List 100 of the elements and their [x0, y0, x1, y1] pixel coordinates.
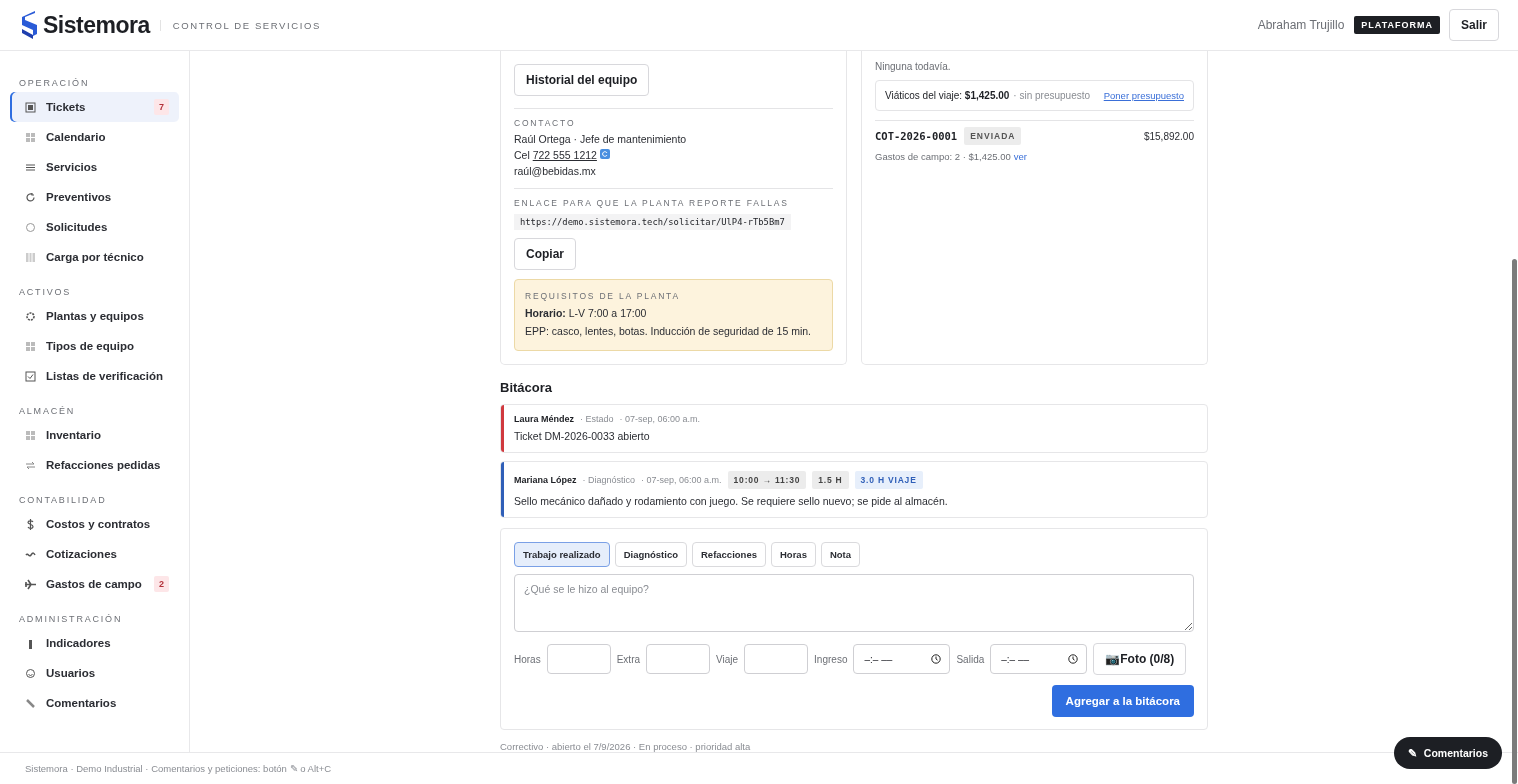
logout-button[interactable]: Salir: [1449, 9, 1499, 41]
field-label: Extra: [616, 653, 641, 665]
gear-icon: [25, 310, 36, 322]
item-label: Servicios: [46, 161, 99, 173]
sidebar-item[interactable]: Indicadores: [10, 628, 179, 658]
plane-icon: [25, 578, 36, 590]
pencil-icon: [25, 697, 36, 709]
item-label: Preventivos: [46, 191, 113, 203]
budget-note: · sin presupuesto: [1013, 90, 1091, 101]
item-label: Usuarios: [46, 667, 97, 679]
entry-type: · Estado: [580, 414, 614, 424]
role-tag: PLATAFORMA: [1354, 16, 1440, 34]
section-heading: Bitácora: [500, 380, 554, 395]
sidebar-item[interactable]: Servicios: [10, 152, 179, 182]
field-label: Salida: [956, 653, 985, 665]
ppe-text: EPP: casco, lentes, botas. Inducción de seguridad de 15 min.: [525, 324, 812, 339]
sidebar-item[interactable]: Comentarios: [10, 688, 179, 718]
copy-button[interactable]: Copiar: [514, 238, 576, 270]
refresh-icon[interactable]: [599, 149, 610, 159]
item-label: Costos y contratos: [46, 518, 152, 530]
columns-icon: [25, 251, 36, 263]
schedule-text: Horario: L-V 7:00 a 17:00: [525, 306, 648, 321]
entry-type-tab[interactable]: Horas: [771, 542, 816, 567]
budget-link[interactable]: Poner presupuesto: [1103, 90, 1184, 101]
grid-icon: [25, 429, 36, 441]
brand-name: Sistemora: [43, 11, 150, 39]
entry-type-tab[interactable]: Nota: [820, 542, 861, 567]
checkbox-icon: [25, 370, 36, 382]
ticket-meta: Correctivo · abierto el 7/9/2026 · En proceso · prioridad alta: [500, 741, 752, 752]
section-title: CONTABILIDAD: [18, 495, 108, 505]
expenses-text: Gastos de campo: 2 · $1,425.00: [875, 151, 1011, 162]
entry-date: · 07-sep, 06:00 a.m.: [619, 414, 701, 424]
sidebar-item[interactable]: Gastos de campo 2: [10, 569, 179, 599]
sidebar-item[interactable]: Carga por técnico: [10, 242, 179, 272]
app-subtitle: CONTROL DE SERVICIOS: [159, 19, 321, 31]
count-badge: 2: [154, 576, 169, 592]
add-entry-button[interactable]: Agregar a la bitácora: [1051, 685, 1194, 717]
section-caption: CONTACTO: [514, 118, 577, 128]
clock-icon: [931, 654, 942, 664]
field-label: Horas: [514, 653, 541, 665]
number-field[interactable]: [546, 644, 611, 674]
status-tag: ENVIADA: [964, 127, 1022, 145]
item-label: Tickets: [46, 101, 87, 113]
photo-button[interactable]: 📷Foto (0/8): [1093, 643, 1187, 675]
logo-icon: [19, 9, 39, 41]
item-label: Listas de verificación: [46, 370, 164, 382]
phone-link[interactable]: 722 555 1212: [532, 149, 597, 161]
section-caption: REQUISITOS DE LA PLANTA: [525, 291, 681, 301]
entry-type-tab[interactable]: Refacciones: [692, 542, 766, 567]
scrollbar[interactable]: [1512, 259, 1517, 784]
list-icon: [25, 161, 36, 173]
grid-icon: [25, 340, 36, 352]
user-name: Abraham Trujillo: [1257, 18, 1345, 32]
notes-field[interactable]: ¿Qué se le hizo al equipo?: [514, 574, 1194, 632]
entry-text: Sello mecánico dañado y rodamiento con juego. Se requiere sello nuevo; se pide al almacén.: [514, 495, 949, 507]
section-title: OPERACIÓN: [18, 78, 91, 88]
contact-email: raúl@bebidas.mx: [514, 164, 597, 179]
time-field[interactable]: –:– ––: [990, 644, 1088, 674]
sidebar-item[interactable]: Solicitudes: [10, 212, 179, 242]
section-caption: ENLACE PARA QUE LA PLANTA REPORTE FALLAS: [514, 198, 790, 208]
travel-text: Viáticos del viaje: $1,425.00: [885, 90, 1010, 101]
time-tag: 10:00 → 11:30: [727, 471, 807, 489]
time-field[interactable]: –:– ––: [853, 644, 951, 674]
item-label: Comentarios: [46, 697, 118, 709]
number-field[interactable]: [646, 644, 711, 674]
square-icon: [25, 101, 36, 113]
sidebar-item[interactable]: Tickets 7: [10, 92, 179, 122]
entry-author: Laura Méndez: [514, 414, 574, 424]
empty-text: Ninguna todavía.: [875, 61, 952, 72]
comments-button[interactable]: ✎ Comentarios: [1393, 737, 1502, 769]
entry-type-tab[interactable]: Diagnóstico: [614, 542, 687, 567]
sidebar-item[interactable]: Listas de verificación: [10, 361, 179, 391]
history-button[interactable]: Historial del equipo: [514, 64, 650, 96]
entry-type-tab[interactable]: Trabajo realizado: [514, 542, 610, 567]
item-label: Plantas y equipos: [46, 310, 145, 322]
sidebar-item[interactable]: Inventario: [10, 420, 179, 450]
item-label: Gastos de campo: [46, 578, 143, 590]
item-label: Calendario: [46, 131, 107, 143]
sidebar-item[interactable]: Tipos de equipo: [10, 331, 179, 361]
sidebar-item[interactable]: Cotizaciones: [10, 539, 179, 569]
sidebar-item[interactable]: Plantas y equipos: [10, 301, 179, 331]
section-title: ALMACÉN: [18, 406, 77, 416]
field-label: Viaje: [716, 653, 739, 665]
phone-label: Cel: [514, 149, 531, 161]
smiley-icon: [25, 667, 36, 679]
sidebar-item[interactable]: Usuarios: [10, 658, 179, 688]
section-title: ACTIVOS: [18, 287, 73, 297]
number-field[interactable]: [744, 644, 809, 674]
item-label: Solicitudes: [46, 221, 109, 233]
view-link[interactable]: ver: [1013, 151, 1027, 162]
sidebar-item[interactable]: Preventivos: [10, 182, 179, 212]
sidebar-item[interactable]: Costos y contratos: [10, 509, 179, 539]
report-url: https://demo.sistemora.tech/solicitar/UlP4-rTb5Bm7: [514, 214, 791, 230]
entry-text: Ticket DM-2026-0033 abierto: [514, 430, 651, 442]
dollar-icon: [25, 518, 36, 530]
circle-icon: [25, 221, 36, 233]
sidebar-item[interactable]: Refacciones pedidas: [10, 450, 179, 480]
refresh-icon: [25, 191, 36, 203]
sidebar-item[interactable]: Calendario: [10, 122, 179, 152]
item-label: Inventario: [46, 429, 102, 441]
